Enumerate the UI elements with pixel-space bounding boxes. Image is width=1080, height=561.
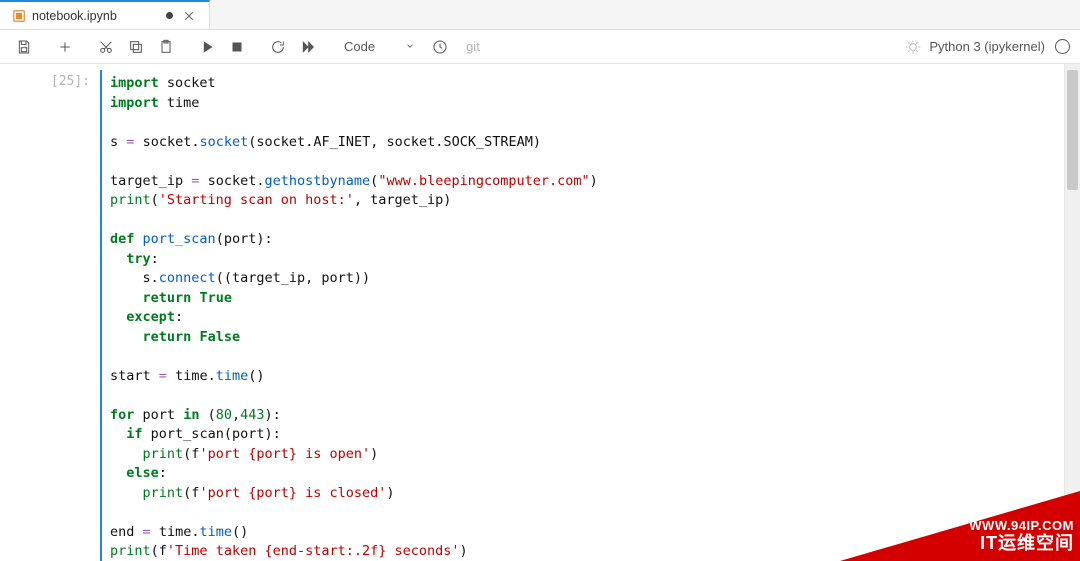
kernel-status-icon[interactable] xyxy=(1055,39,1070,54)
tab-notebook[interactable]: notebook.ipynb xyxy=(0,0,210,29)
interrupt-button[interactable] xyxy=(223,34,251,60)
scrollbar-thumb[interactable] xyxy=(1067,70,1078,190)
cell-prompt: [25]: xyxy=(0,70,100,89)
tab-title: notebook.ipynb xyxy=(32,9,117,23)
tab-close-button[interactable] xyxy=(181,8,197,24)
scroll-down-icon[interactable]: ▼ xyxy=(1065,545,1080,561)
run-button[interactable] xyxy=(193,34,221,60)
restart-run-all-button[interactable] xyxy=(294,34,322,60)
kernel-name[interactable]: Python 3 (ipykernel) xyxy=(929,39,1045,54)
git-link[interactable]: git xyxy=(466,39,480,54)
unsaved-indicator-icon xyxy=(166,12,173,19)
copy-button[interactable] xyxy=(122,34,150,60)
debugger-button[interactable] xyxy=(899,34,927,60)
chevron-down-icon xyxy=(405,39,415,54)
notebook-area[interactable]: [25]: import socket import time s = sock… xyxy=(0,64,1080,561)
notebook-icon xyxy=(12,9,26,23)
cell-type-select[interactable]: Code xyxy=(335,35,424,59)
vertical-scrollbar[interactable]: ▲ ▼ xyxy=(1064,64,1080,561)
add-cell-button[interactable] xyxy=(51,34,79,60)
cut-button[interactable] xyxy=(92,34,120,60)
command-history-button[interactable] xyxy=(426,34,454,60)
toolbar: Code git Python 3 (ipykernel) xyxy=(0,30,1080,64)
paste-button[interactable] xyxy=(152,34,180,60)
save-button[interactable] xyxy=(10,34,38,60)
code-content[interactable]: import socket import time s = socket.soc… xyxy=(110,74,1080,561)
restart-kernel-button[interactable] xyxy=(264,34,292,60)
cell-editor[interactable]: import socket import time s = socket.soc… xyxy=(100,70,1080,561)
code-cell[interactable]: [25]: import socket import time s = sock… xyxy=(0,70,1080,561)
cell-type-label: Code xyxy=(344,39,375,54)
tab-bar: notebook.ipynb xyxy=(0,0,1080,30)
